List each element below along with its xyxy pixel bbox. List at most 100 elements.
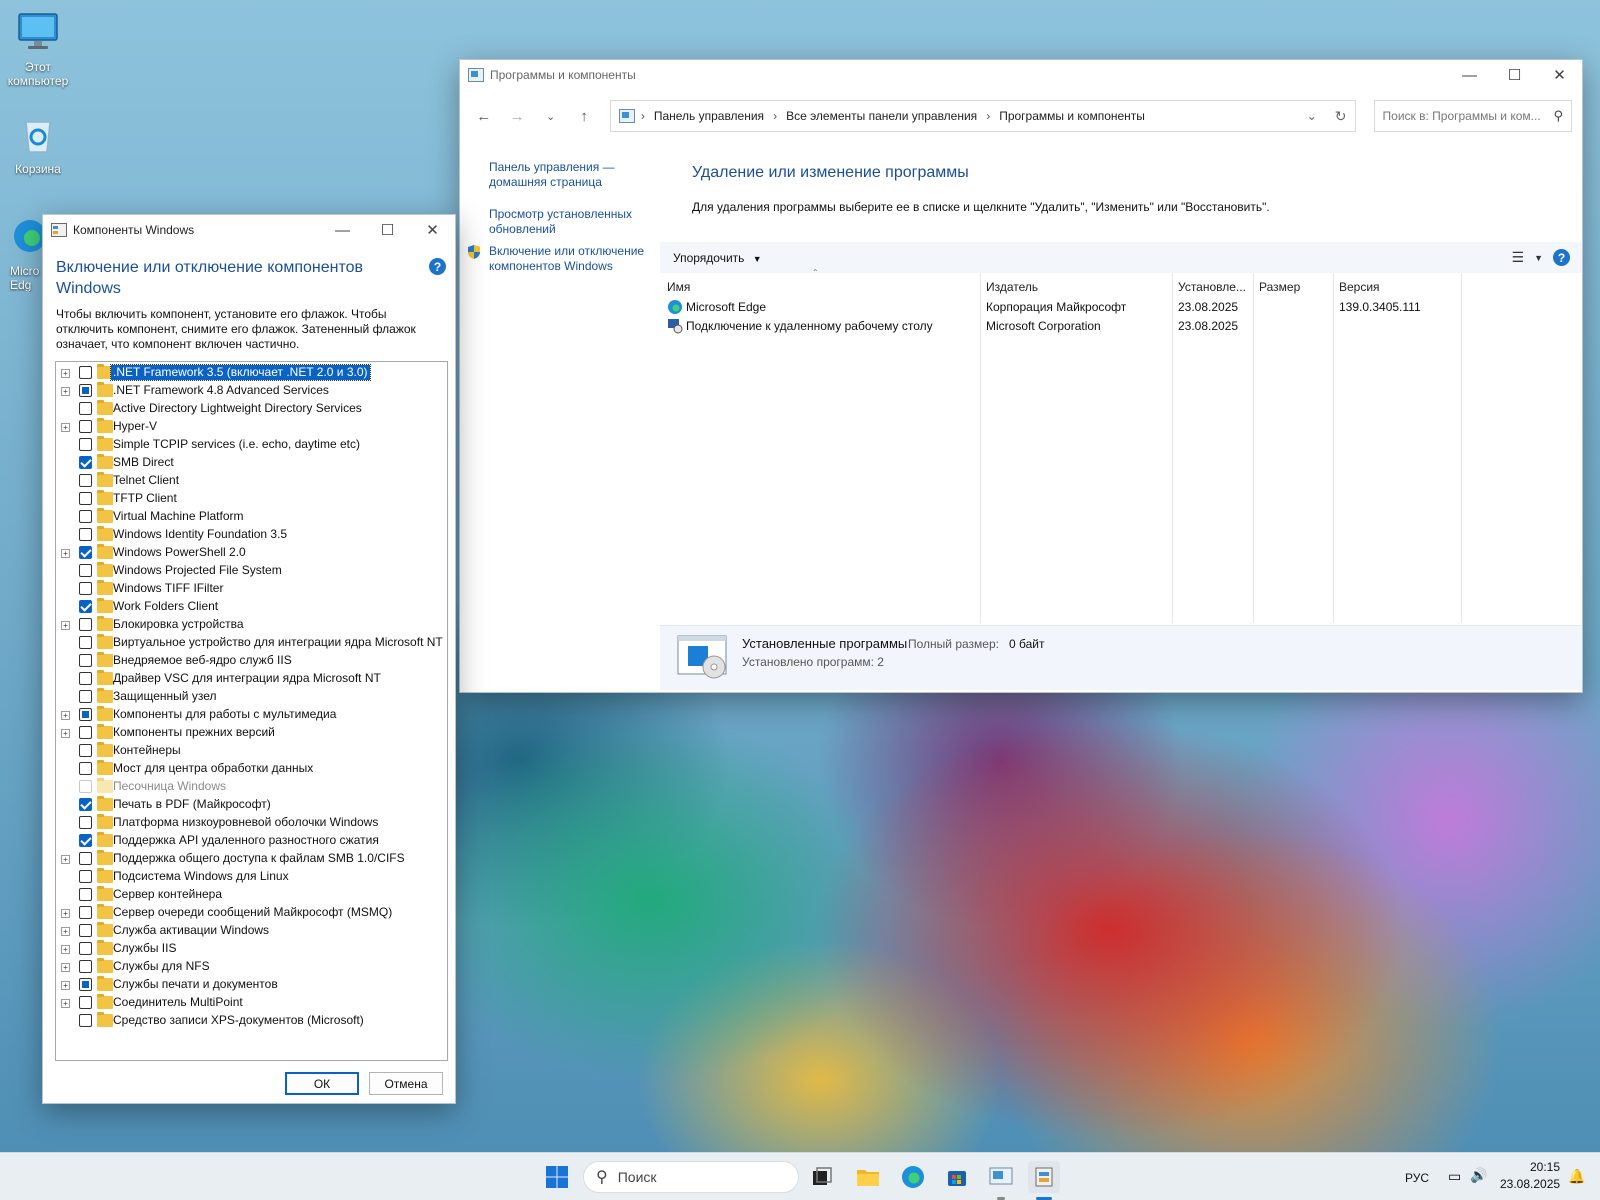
feature-item[interactable]: Мост для центра обработки данных bbox=[56, 760, 447, 778]
feature-label[interactable]: Службы IIS bbox=[111, 941, 178, 956]
feature-label[interactable]: Windows TIFF IFilter bbox=[111, 581, 225, 596]
feature-item[interactable]: + Служба активации Windows bbox=[56, 922, 447, 940]
ok-button[interactable]: ОК bbox=[285, 1072, 359, 1095]
feature-item[interactable]: Платформа низкоуровневой оболочки Window… bbox=[56, 814, 447, 832]
feature-checkbox[interactable] bbox=[79, 960, 92, 973]
feature-label[interactable]: Компоненты для работы с мультимедиа bbox=[111, 707, 338, 722]
feature-item[interactable]: + Соединитель MultiPoint bbox=[56, 994, 447, 1012]
desktop-icon-recycle-bin[interactable]: Корзина bbox=[0, 112, 76, 176]
feature-checkbox[interactable] bbox=[79, 942, 92, 955]
feature-label[interactable]: Служба активации Windows bbox=[111, 923, 271, 938]
search-input[interactable]: Поиск в: Программы и ком... ⚲ bbox=[1373, 100, 1572, 132]
feature-checkbox[interactable] bbox=[79, 816, 92, 829]
feature-item[interactable]: Windows Identity Foundation 3.5 bbox=[56, 526, 447, 544]
expand-icon[interactable]: + bbox=[61, 423, 70, 432]
desktop-icon-this-pc[interactable]: Этот компьютер bbox=[0, 10, 76, 88]
feature-item[interactable]: + .NET Framework 4.8 Advanced Services bbox=[56, 382, 447, 400]
feature-item[interactable]: Средство записи XPS-документов (Microsof… bbox=[56, 1012, 447, 1030]
refresh-icon[interactable]: ↻ bbox=[1335, 108, 1347, 125]
expand-icon[interactable]: + bbox=[61, 981, 70, 990]
feature-label[interactable]: Сервер контейнера bbox=[111, 887, 224, 902]
feature-label[interactable]: Средство записи XPS-документов (Microsof… bbox=[111, 1013, 366, 1028]
taskbar-windows-features[interactable] bbox=[1028, 1161, 1060, 1193]
chevron-right-icon[interactable]: › bbox=[986, 109, 990, 123]
feature-item[interactable]: + Службы для NFS bbox=[56, 958, 447, 976]
feature-checkbox[interactable] bbox=[79, 366, 92, 379]
help-icon[interactable]: ? bbox=[1553, 249, 1570, 266]
back-button[interactable]: ← bbox=[470, 102, 497, 130]
programs-titlebar[interactable]: Программы и компоненты — ☐ ✕ bbox=[460, 60, 1582, 90]
feature-checkbox[interactable] bbox=[79, 456, 92, 469]
feature-label[interactable]: TFTP Client bbox=[111, 491, 179, 506]
feature-item[interactable]: Внедряемое веб-ядро служб IIS bbox=[56, 652, 447, 670]
feature-checkbox[interactable] bbox=[79, 636, 92, 649]
taskbar-store[interactable] bbox=[941, 1161, 973, 1193]
expand-icon[interactable]: + bbox=[61, 369, 70, 378]
feature-checkbox[interactable] bbox=[79, 906, 92, 919]
language-indicator[interactable]: РУС bbox=[1405, 1171, 1429, 1185]
feature-checkbox[interactable] bbox=[79, 564, 92, 577]
network-icon[interactable]: ▭ bbox=[1448, 1168, 1461, 1185]
feature-label[interactable]: Windows Identity Foundation 3.5 bbox=[111, 527, 289, 542]
feature-item[interactable]: Виртуальное устройство для интеграции яд… bbox=[56, 634, 447, 652]
feature-checkbox[interactable] bbox=[79, 978, 92, 991]
feature-label[interactable]: Поддержка общего доступа к файлам SMB 1.… bbox=[111, 851, 407, 866]
feature-label[interactable]: Virtual Machine Platform bbox=[111, 509, 246, 524]
table-row[interactable]: Microsoft Edge Корпорация Майкрософт 23.… bbox=[660, 298, 1582, 316]
feature-checkbox[interactable] bbox=[79, 1014, 92, 1027]
feature-label[interactable]: Виртуальное устройство для интеграции яд… bbox=[111, 635, 445, 650]
feature-item[interactable]: Сервер контейнера bbox=[56, 886, 447, 904]
feature-checkbox[interactable] bbox=[79, 600, 92, 613]
notification-bell-icon[interactable]: 🔔 bbox=[1568, 1168, 1585, 1185]
feature-label[interactable]: Защищенный узел bbox=[111, 689, 218, 704]
recent-dropdown-button[interactable]: ⌄ bbox=[537, 102, 564, 130]
column-header-publisher[interactable]: Издатель bbox=[986, 276, 1038, 298]
feature-checkbox[interactable] bbox=[79, 744, 92, 757]
feature-checkbox[interactable] bbox=[79, 582, 92, 595]
feature-checkbox[interactable] bbox=[79, 834, 92, 847]
feature-label[interactable]: Work Folders Client bbox=[111, 599, 220, 614]
feature-item[interactable]: Защищенный узел bbox=[56, 688, 447, 706]
breadcrumb-all-items[interactable]: Все элементы панели управления bbox=[786, 109, 977, 123]
feature-checkbox[interactable] bbox=[79, 438, 92, 451]
feature-item[interactable]: TFTP Client bbox=[56, 490, 447, 508]
feature-item[interactable]: Simple TCPIP services (i.e. echo, daytim… bbox=[56, 436, 447, 454]
feature-checkbox[interactable] bbox=[79, 690, 92, 703]
feature-item[interactable]: + Поддержка общего доступа к файлам SMB 1… bbox=[56, 850, 447, 868]
feature-checkbox[interactable] bbox=[79, 510, 92, 523]
expand-icon[interactable]: + bbox=[61, 729, 70, 738]
view-options-caret-icon[interactable]: ▼ bbox=[1534, 253, 1543, 263]
feature-item[interactable]: Печать в PDF (Майкрософт) bbox=[56, 796, 447, 814]
feature-checkbox[interactable] bbox=[79, 888, 92, 901]
feature-item[interactable]: Windows TIFF IFilter bbox=[56, 580, 447, 598]
feature-item[interactable]: Work Folders Client bbox=[56, 598, 447, 616]
feature-label[interactable]: Active Directory Lightweight Directory S… bbox=[111, 401, 364, 416]
feature-label[interactable]: Мост для центра обработки данных bbox=[111, 761, 315, 776]
taskbar-search-input[interactable]: ⚲ Поиск bbox=[583, 1161, 799, 1193]
feature-label[interactable]: Telnet Client bbox=[111, 473, 181, 488]
feature-checkbox[interactable] bbox=[79, 618, 92, 631]
feature-item[interactable]: + Службы IIS bbox=[56, 940, 447, 958]
feature-item[interactable]: + Windows PowerShell 2.0 bbox=[56, 544, 447, 562]
help-icon[interactable]: ? bbox=[429, 258, 446, 275]
address-bar[interactable]: › Панель управления › Все элементы панел… bbox=[609, 100, 1356, 132]
feature-checkbox[interactable] bbox=[79, 402, 92, 415]
expand-icon[interactable]: + bbox=[61, 999, 70, 1008]
features-tree[interactable]: + .NET Framework 3.5 (включает .NET 2.0 и… bbox=[55, 361, 448, 1061]
up-button[interactable]: ↑ bbox=[570, 102, 597, 130]
feature-item[interactable]: Поддержка API удаленного разностного сжа… bbox=[56, 832, 447, 850]
link-view-updates[interactable]: Просмотр установленных обновлений bbox=[489, 207, 654, 237]
column-header-size[interactable]: Размер bbox=[1259, 276, 1300, 298]
link-control-panel-home[interactable]: Панель управления — домашняя страница bbox=[489, 160, 654, 190]
feature-item[interactable]: Подсистема Windows для Linux bbox=[56, 868, 447, 886]
feature-item[interactable]: Контейнеры bbox=[56, 742, 447, 760]
feature-checkbox[interactable] bbox=[79, 762, 92, 775]
feature-label[interactable]: Контейнеры bbox=[111, 743, 183, 758]
forward-button[interactable]: → bbox=[503, 102, 530, 130]
feature-label[interactable]: Hyper-V bbox=[111, 419, 159, 434]
feature-label[interactable]: Платформа низкоуровневой оболочки Window… bbox=[111, 815, 380, 830]
feature-item[interactable]: + Блокировка устройства bbox=[56, 616, 447, 634]
feature-item[interactable]: Virtual Machine Platform bbox=[56, 508, 447, 526]
feature-label[interactable]: Внедряемое веб-ядро служб IIS bbox=[111, 653, 294, 668]
column-header-installed[interactable]: Установле... bbox=[1178, 276, 1246, 298]
